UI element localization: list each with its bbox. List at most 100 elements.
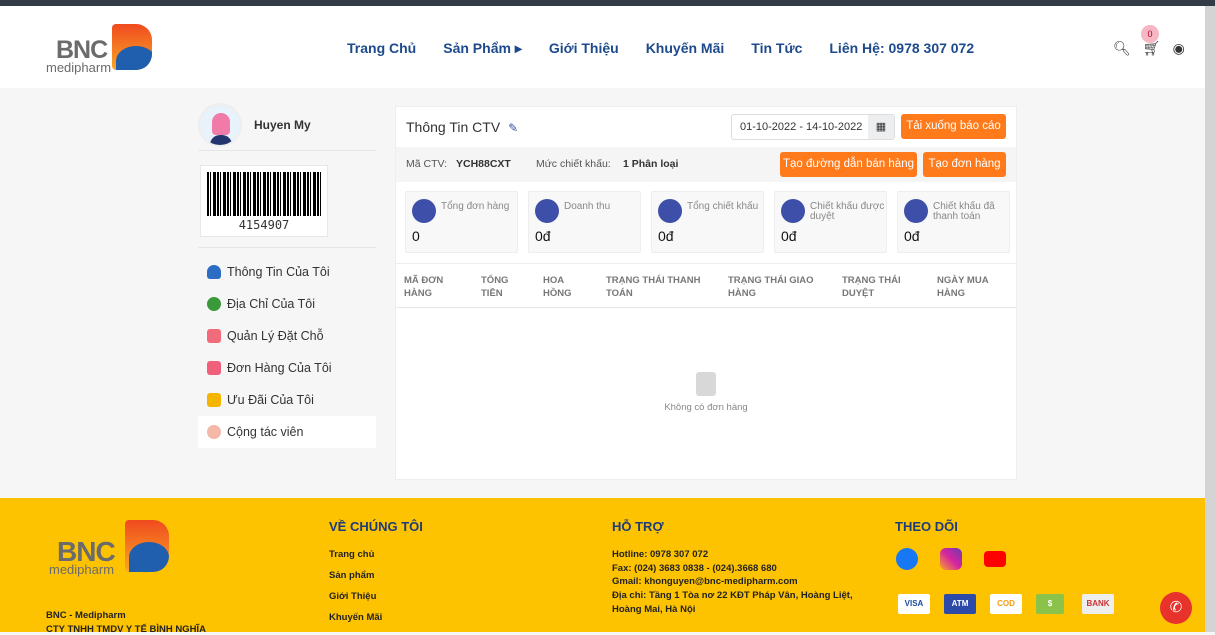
footer-about-title: VỀ CHÚNG TÔI bbox=[329, 519, 423, 534]
basket-icon bbox=[207, 361, 221, 375]
download-report-button[interactable]: Tải xuống báo cáo bbox=[901, 114, 1006, 139]
stat-total-discount: Tổng chiết khấu 0đ bbox=[651, 191, 764, 253]
gift-icon bbox=[207, 393, 221, 407]
create-order-button[interactable]: Tạo đơn hàng bbox=[923, 152, 1006, 177]
panel-title: Thông Tin CTV ✎ bbox=[406, 119, 518, 135]
sidebar-item-label: Quản Lý Đặt Chỗ bbox=[227, 329, 324, 343]
column-header: TRẠNG THÁI DUYỆT bbox=[842, 275, 901, 299]
sidebar-item-label: Đơn Hàng Của Tôi bbox=[227, 361, 332, 375]
cart-count-badge: 0 bbox=[1141, 25, 1159, 43]
location-pin-icon bbox=[207, 297, 221, 311]
site-header: BNC medipharm Trang Chủ Sản Phẩm ▸ Giới T… bbox=[0, 6, 1205, 88]
barcode: 4154907 bbox=[200, 165, 328, 237]
site-footer: BNC medipharm BNC - Medipharm CTY TNHH TM… bbox=[0, 498, 1205, 635]
youtube-icon[interactable] bbox=[984, 551, 1006, 567]
nav-home[interactable]: Trang Chủ bbox=[347, 40, 416, 57]
stat-label: Chiết khấu đã thanh toán bbox=[933, 201, 995, 222]
account-icon[interactable]: ◉ bbox=[1173, 40, 1185, 57]
nav-news[interactable]: Tin Tức bbox=[751, 40, 802, 57]
sidebar-item-address[interactable]: Địa Chỉ Của Tôi bbox=[198, 288, 376, 320]
column-header: TRẠNG THÁI THANH TOÁN bbox=[606, 275, 701, 299]
nav-about[interactable]: Giới Thiệu bbox=[549, 40, 619, 57]
banknote-icon bbox=[904, 199, 928, 223]
edit-icon[interactable]: ✎ bbox=[508, 121, 518, 135]
stat-approved-discount: Chiết khấu được duyệt 0đ bbox=[774, 191, 887, 253]
sidebar-item-label: Ưu Đãi Của Tôi bbox=[227, 393, 314, 407]
nav-products[interactable]: Sản Phẩm ▸ bbox=[443, 40, 522, 57]
calendar-icon[interactable]: ▦ bbox=[868, 115, 894, 139]
empty-state: Không có đơn hàng bbox=[396, 372, 1016, 413]
sidebar-item-label: Cộng tác viên bbox=[227, 425, 304, 439]
stat-paid-discount: Chiết khấu đã thanh toán 0đ bbox=[897, 191, 1010, 253]
stat-label: Tổng đơn hàng bbox=[441, 201, 510, 212]
user-icon bbox=[207, 265, 221, 279]
cod-icon: COD bbox=[990, 594, 1022, 614]
sidebar-item-affiliate[interactable]: Cộng tác viên bbox=[198, 416, 376, 448]
visa-icon: VISA bbox=[898, 594, 930, 614]
barcode-number: 4154907 bbox=[238, 218, 290, 232]
search-icon[interactable]: 🔍︎ bbox=[1113, 40, 1131, 57]
sidebar-menu: Thông Tin Của Tôi Địa Chỉ Của Tôi Quản L… bbox=[198, 247, 376, 448]
account-sidebar: Huyen My 4154907 Thông Tin Của Tôi Địa C… bbox=[198, 103, 376, 448]
sidebar-item-label: Thông Tin Của Tôi bbox=[227, 265, 330, 279]
column-header: NGÀY MUA HÀNG bbox=[937, 275, 989, 299]
column-header: TRẠNG THÁI GIAO HÀNG bbox=[728, 275, 814, 299]
footer-link-products[interactable]: Sản phẩm bbox=[329, 570, 374, 581]
sidebar-item-offers[interactable]: Ưu Đãi Của Tôi bbox=[198, 384, 376, 416]
footer-link-about[interactable]: Giới Thiệu bbox=[329, 591, 376, 602]
footer-logo[interactable]: BNC medipharm bbox=[47, 520, 182, 577]
user-name: Huyen My bbox=[254, 118, 311, 132]
instagram-icon[interactable] bbox=[940, 548, 962, 570]
orders-table-header: MÃ ĐƠN HÀNG TỔNG TIỀN HOA HỒNG TRẠNG THÁ… bbox=[396, 263, 1016, 308]
footer-address: Địa chỉ: Tầng 1 Tòa nơ 22 KĐT Pháp Vân, … bbox=[612, 590, 853, 615]
profile: Huyen My bbox=[198, 103, 376, 151]
footer-link-promotions[interactable]: Khuyến Mãi bbox=[329, 612, 382, 623]
avatar[interactable] bbox=[198, 103, 242, 147]
nav-promotions[interactable]: Khuyến Mãi bbox=[646, 40, 725, 57]
discount-value: 1 Phân loại bbox=[623, 158, 679, 170]
footer-company-full: CTY TNHH TMDV Y TẾ BÌNH NGHĨA bbox=[46, 624, 206, 635]
sidebar-item-orders[interactable]: Đơn Hàng Của Tôi bbox=[198, 352, 376, 384]
cash-icon: $ bbox=[1036, 594, 1064, 614]
bank-transfer-icon: BANK bbox=[1082, 594, 1114, 614]
footer-follow-title: THEO DÕI bbox=[895, 519, 958, 534]
empty-document-icon bbox=[696, 372, 716, 396]
stats-row: Tổng đơn hàng 0 Doanh thu 0đ Tổng chiết kh… bbox=[405, 191, 1010, 253]
stat-value: 0đ bbox=[781, 228, 797, 244]
brand-logo[interactable]: BNC medipharm bbox=[46, 24, 158, 75]
footer-hotline: Hotline: 0978 307 072 bbox=[612, 549, 709, 560]
nav-contact[interactable]: Liên Hệ: 0978 307 072 bbox=[829, 40, 974, 57]
phone-call-button[interactable]: ✆ bbox=[1160, 592, 1192, 624]
stat-value: 0đ bbox=[658, 228, 674, 244]
handshake-icon bbox=[207, 425, 221, 439]
atm-icon: ATM bbox=[944, 594, 976, 614]
stat-value: 0đ bbox=[535, 228, 551, 244]
stat-total-orders: Tổng đơn hàng 0 bbox=[405, 191, 518, 253]
column-header: MÃ ĐƠN HÀNG bbox=[404, 275, 444, 299]
footer-fax: Fax: (024) 3683 0838 - (024).3668 680 bbox=[612, 563, 777, 574]
ctv-code: YCH88CXT bbox=[456, 158, 511, 170]
date-range-value: 01-10-2022 - 14-10-2022 bbox=[740, 121, 863, 133]
create-sales-link-button[interactable]: Tạo đường dẫn bán hàng bbox=[780, 152, 917, 177]
discount-label: Mức chiết khấu: bbox=[536, 158, 611, 170]
panel-title-text: Thông Tin CTV bbox=[406, 119, 501, 135]
stat-label: Chiết khấu được duyệt bbox=[810, 201, 885, 222]
footer-link-home[interactable]: Trang chủ bbox=[329, 549, 374, 560]
sidebar-item-label: Địa Chỉ Của Tôi bbox=[227, 297, 316, 311]
coins-stack-icon bbox=[658, 199, 682, 223]
column-header: TỔNG TIỀN bbox=[481, 275, 509, 299]
stat-label: Doanh thu bbox=[564, 201, 611, 212]
calendar-icon bbox=[207, 329, 221, 343]
facebook-icon[interactable] bbox=[896, 548, 918, 570]
column-header: HOA HỒNG bbox=[543, 275, 572, 299]
date-range-input[interactable]: 01-10-2022 - 14-10-2022 ▦ bbox=[731, 114, 895, 140]
stat-value: 0đ bbox=[904, 228, 920, 244]
sidebar-item-bookings[interactable]: Quản Lý Đặt Chỗ bbox=[198, 320, 376, 352]
stat-label: Tổng chiết khấu bbox=[687, 201, 759, 212]
main-nav: Trang Chủ Sản Phẩm ▸ Giới Thiệu Khuyến M… bbox=[347, 40, 974, 57]
scrollbar[interactable] bbox=[1205, 6, 1215, 632]
sidebar-item-profile[interactable]: Thông Tin Của Tôi bbox=[198, 256, 376, 288]
stat-value: 0 bbox=[412, 228, 420, 244]
barcode-bars bbox=[207, 172, 321, 216]
footer-support-title: HỖ TRỢ bbox=[612, 519, 664, 534]
